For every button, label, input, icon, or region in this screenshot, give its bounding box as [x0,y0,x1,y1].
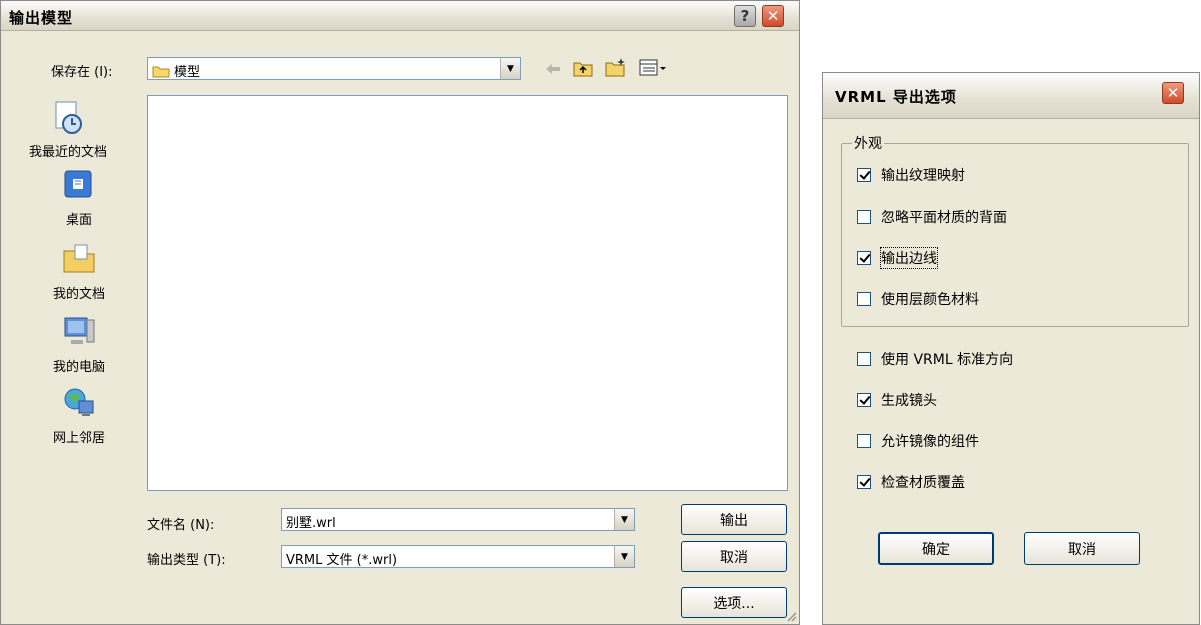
checkbox-box [857,434,871,448]
checkbox-box [857,292,871,306]
view-menu-icon[interactable] [639,59,667,77]
checkbox-label: 输出边线 [880,247,938,269]
cancel-button[interactable]: 取消 [681,541,787,572]
place-desktop[interactable]: 桌面 [24,167,134,228]
place-label: 桌面 [65,213,92,228]
place-label: 我的文档 [52,287,105,302]
help-button[interactable]: ? [734,5,756,27]
checkbox-label: 生成镜头 [881,393,937,409]
chevron-down-icon: ▼ [621,551,628,562]
checkbox-label: 使用 VRML 标准方向 [881,352,1014,368]
my-documents-icon [63,244,95,273]
filetype-select[interactable]: VRML 文件 (*.wrl) ▼ [281,545,635,568]
close-icon: ✕ [1166,83,1180,102]
vrml-dialog-title: VRML 导出选项 [835,88,957,106]
export-button[interactable]: 输出 [681,504,787,535]
file-list[interactable] [147,95,788,491]
vrml-dialog-titlebar[interactable]: VRML 导出选项 ✕ [823,73,1199,119]
filetype-dropdown-button[interactable]: ▼ [614,546,634,567]
question-icon: ? [740,6,750,25]
place-my-computer[interactable]: 我的电脑 [24,314,134,375]
layer-color-checkbox[interactable]: 使用层颜色材料 [857,289,979,309]
place-recent-docs[interactable]: 我最近的文档 [13,99,123,160]
allow-mirrored-checkbox[interactable]: 允许镜像的组件 [857,431,979,451]
checkbox-label: 允许镜像的组件 [881,434,979,450]
save-in-value: 模型 [174,65,201,80]
place-network[interactable]: 网上邻居 [24,385,134,446]
standard-orientation-checkbox[interactable]: 使用 VRML 标准方向 [857,349,1013,369]
filetype-label: 输出类型 (T): [147,553,226,568]
vrml-options-dialog: VRML 导出选项 ✕ 外观 输出纹理映射 忽略平面材质的背面 输出边线 使用层… [822,72,1200,625]
recent-docs-icon [55,101,82,134]
save-in-label: 保存在 (I): [51,65,113,80]
checkbox-label: 检查材质覆盖 [881,475,965,491]
close-icon: ✕ [766,6,780,25]
checkbox-label: 输出纹理映射 [881,168,965,184]
back-arrow-icon[interactable] [544,62,562,76]
vrml-cancel-button[interactable]: 取消 [1024,532,1140,565]
checkbox-label: 使用层颜色材料 [881,292,979,308]
network-places-icon [64,388,94,416]
resize-grip-icon[interactable] [785,610,797,622]
generate-cameras-checkbox[interactable]: 生成镜头 [857,390,937,410]
checkbox-box [857,251,871,265]
save-dialog: 输出模型 ? ✕ 保存在 (I): 模型 ▼ 我最近的文档 桌面 我的文档 我的… [0,0,800,625]
place-label: 我的电脑 [52,360,105,375]
checkbox-box [857,168,871,182]
my-computer-icon [64,317,95,344]
appearance-group-label: 外观 [852,133,884,153]
save-dialog-title: 输出模型 [9,9,74,27]
folder-icon [152,66,170,77]
checkbox-box [857,352,871,366]
place-label: 我最近的文档 [28,145,107,160]
checkbox-box [857,475,871,489]
new-folder-icon[interactable] [605,57,627,77]
up-folder-icon[interactable] [573,59,593,77]
checkbox-label: 忽略平面材质的背面 [881,210,1007,226]
filename-input[interactable]: 别墅.wrl ▼ [281,508,635,531]
options-button[interactable]: 选项... [681,587,787,618]
filename-dropdown-button[interactable]: ▼ [614,509,634,530]
place-label: 网上邻居 [52,431,105,446]
close-button[interactable]: ✕ [762,5,784,27]
filename-label: 文件名 (N): [147,518,215,533]
ignore-backface-checkbox[interactable]: 忽略平面材质的背面 [857,207,1007,227]
save-dialog-titlebar[interactable]: 输出模型 ? ✕ [1,1,799,31]
chevron-down-icon: ▼ [507,63,514,74]
save-in-combo[interactable]: 模型 ▼ [147,57,521,80]
desktop-icon [64,170,92,198]
check-material-override-checkbox[interactable]: 检查材质覆盖 [857,472,965,492]
checkbox-box [857,210,871,224]
checkbox-box [857,393,871,407]
export-edges-checkbox[interactable]: 输出边线 [857,247,938,269]
chevron-down-icon: ▼ [621,514,628,525]
place-my-documents[interactable]: 我的文档 [24,241,134,302]
save-in-dropdown-button[interactable]: ▼ [500,58,520,79]
filetype-value: VRML 文件 (*.wrl) [286,553,398,568]
export-texture-checkbox[interactable]: 输出纹理映射 [857,165,965,185]
ok-button[interactable]: 确定 [878,532,994,565]
filename-value: 别墅.wrl [286,516,336,531]
vrml-close-button[interactable]: ✕ [1162,82,1184,104]
